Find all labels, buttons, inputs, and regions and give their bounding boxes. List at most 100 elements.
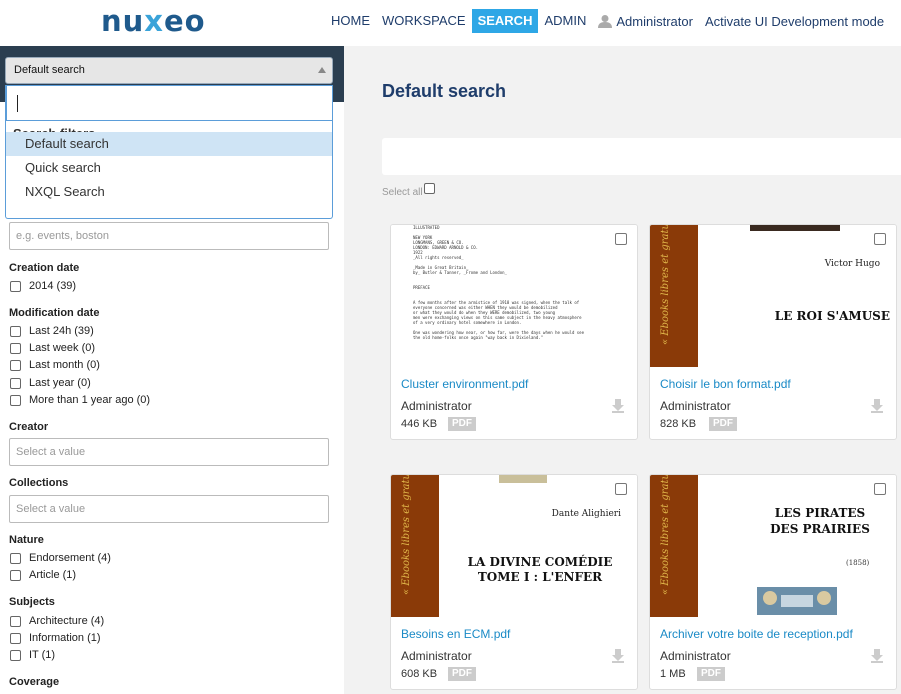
modification-date-option[interactable]: Last year (0) <box>10 377 91 389</box>
checkbox[interactable] <box>10 359 21 371</box>
dropdown-option-default[interactable]: Default search <box>6 132 332 156</box>
subjects-option[interactable]: Information (1) <box>10 632 101 644</box>
spine-text: « Ebooks libres et gratuits » <box>660 225 671 345</box>
coverage-title: Coverage <box>9 676 60 688</box>
document-thumbnail[interactable]: « Ebooks libres et gratuits » Victor Hug… <box>650 225 896 367</box>
download-icon[interactable] <box>870 399 884 413</box>
search-type-dropdown: Search filters Default search Quick sear… <box>5 85 333 219</box>
dropdown-option-nxql[interactable]: NXQL Search <box>6 180 332 204</box>
document-thumbnail[interactable]: ILLUSTRATED NEW YORK LONGMANS, GREEN & C… <box>391 225 637 367</box>
search-sidebar: Default search Search filters Default se… <box>0 46 344 694</box>
card-author: Administrator <box>660 399 731 413</box>
modification-date-option[interactable]: Last month (0) <box>10 359 100 371</box>
nav-workspace[interactable]: WORKSPACE <box>376 9 472 33</box>
select-all-label: Select all <box>382 187 423 198</box>
file-type-badge: PDF <box>697 667 725 681</box>
top-header: nuxeo HOME WORKSPACE SEARCH ADMIN Admini… <box>0 0 901 46</box>
result-card[interactable]: « Ebooks libres et gratuits » LES PIRATE… <box>649 474 897 690</box>
card-title[interactable]: Cluster environment.pdf <box>401 377 528 391</box>
dev-mode-link[interactable]: Activate UI Development mode <box>705 14 884 29</box>
modification-date-option[interactable]: More than 1 year ago (0) <box>10 394 150 406</box>
collections-select[interactable]: Select a value <box>9 495 329 523</box>
book-spine: « Ebooks libres et gratuits » <box>650 475 698 617</box>
card-checkbox[interactable] <box>874 483 886 495</box>
file-type-badge: PDF <box>709 417 737 431</box>
checkbox[interactable] <box>10 325 21 337</box>
text-caret <box>17 95 18 112</box>
spine-text: « Ebooks libres et gratuits » <box>401 475 412 595</box>
nature-option[interactable]: Article (1) <box>10 569 76 581</box>
file-type-badge: PDF <box>448 417 476 431</box>
page-title: Default search <box>382 81 507 101</box>
nav-search[interactable]: SEARCH <box>471 9 539 33</box>
dropdown-search-input[interactable] <box>6 85 333 121</box>
card-checkbox[interactable] <box>615 233 627 245</box>
text-search-input[interactable]: e.g. events, boston <box>9 222 329 250</box>
nature-option[interactable]: Endorsement (4) <box>10 552 111 564</box>
nav-admin[interactable]: ADMIN <box>538 9 592 33</box>
card-title[interactable]: Archiver votre boite de reception.pdf <box>660 627 853 641</box>
modification-date-option[interactable]: Last 24h (39) <box>10 325 94 337</box>
collections-title: Collections <box>9 477 69 489</box>
document-thumbnail[interactable]: « Ebooks libres et gratuits » Dante Alig… <box>391 475 637 617</box>
download-icon[interactable] <box>611 649 625 663</box>
checkbox[interactable] <box>10 569 21 581</box>
search-type-value: Default search <box>14 64 85 76</box>
checkbox[interactable] <box>10 632 21 644</box>
checkbox[interactable] <box>10 615 21 627</box>
checkbox[interactable] <box>10 552 21 564</box>
card-size: 608 KB <box>401 668 438 680</box>
main-nav: HOME WORKSPACE SEARCH ADMIN Administrato… <box>325 9 884 33</box>
result-card[interactable]: ILLUSTRATED NEW YORK LONGMANS, GREEN & C… <box>390 224 638 440</box>
file-type-badge: PDF <box>448 667 476 681</box>
subjects-option[interactable]: Architecture (4) <box>10 615 104 627</box>
result-card[interactable]: « Ebooks libres et gratuits » Dante Alig… <box>390 474 638 690</box>
creator-title: Creator <box>9 421 49 433</box>
select-all[interactable]: Select all <box>382 183 435 198</box>
spine-text: « Ebooks libres et gratuits » <box>660 475 671 595</box>
document-thumbnail[interactable]: « Ebooks libres et gratuits » LES PIRATE… <box>650 475 896 617</box>
book-title: LE ROI S'AMUSE <box>774 309 890 323</box>
download-icon[interactable] <box>870 649 884 663</box>
cover-image-strip <box>750 225 840 231</box>
card-title[interactable]: Choisir le bon format.pdf <box>660 377 791 391</box>
book-spine: « Ebooks libres et gratuits » <box>391 475 439 617</box>
creation-date-title: Creation date <box>9 262 80 274</box>
card-author: Administrator <box>401 649 472 663</box>
checkbox[interactable] <box>10 342 21 354</box>
user-menu[interactable]: Administrator <box>598 14 693 29</box>
select-all-checkbox[interactable] <box>423 183 435 194</box>
card-title[interactable]: Besoins en ECM.pdf <box>401 627 510 641</box>
download-icon[interactable] <box>611 399 625 413</box>
subjects-title: Subjects <box>9 596 55 608</box>
card-size: 1 MB <box>660 668 686 680</box>
creator-select[interactable]: Select a value <box>9 438 329 466</box>
card-author: Administrator <box>401 399 472 413</box>
result-card[interactable]: « Ebooks libres et gratuits » Victor Hug… <box>649 224 897 440</box>
dropdown-option-quick[interactable]: Quick search <box>6 156 332 180</box>
card-size: 828 KB <box>660 418 697 430</box>
nuxeo-logo[interactable]: nuxeo <box>101 4 206 38</box>
card-checkbox[interactable] <box>615 483 627 495</box>
creation-date-option[interactable]: 2014 (39) <box>10 280 76 292</box>
modification-date-option[interactable]: Last week (0) <box>10 342 95 354</box>
checkbox[interactable] <box>10 394 21 406</box>
cover-image-strip <box>499 475 547 483</box>
book-spine: « Ebooks libres et gratuits » <box>650 225 698 367</box>
results-toolbar <box>382 138 901 175</box>
thumbnail-text: ILLUSTRATED NEW YORK LONGMANS, GREEN & C… <box>413 225 584 340</box>
checkbox[interactable] <box>10 280 21 292</box>
select-arrow-icon <box>318 67 326 73</box>
cover-illustration <box>757 587 837 615</box>
search-type-select[interactable]: Default search <box>5 57 333 84</box>
search-results: Default search Select all ILLUSTRATED NE… <box>344 46 901 694</box>
user-name: Administrator <box>616 13 693 29</box>
nav-home[interactable]: HOME <box>325 9 376 33</box>
nature-title: Nature <box>9 534 44 546</box>
checkbox[interactable] <box>10 649 21 661</box>
subjects-option[interactable]: IT (1) <box>10 649 55 661</box>
checkbox[interactable] <box>10 377 21 389</box>
book-title: LA DIVINE COMÉDIE TOME I : L'ENFER <box>467 555 613 584</box>
book-title: LES PIRATES DES PRAIRIES <box>770 506 870 536</box>
card-checkbox[interactable] <box>874 233 886 245</box>
